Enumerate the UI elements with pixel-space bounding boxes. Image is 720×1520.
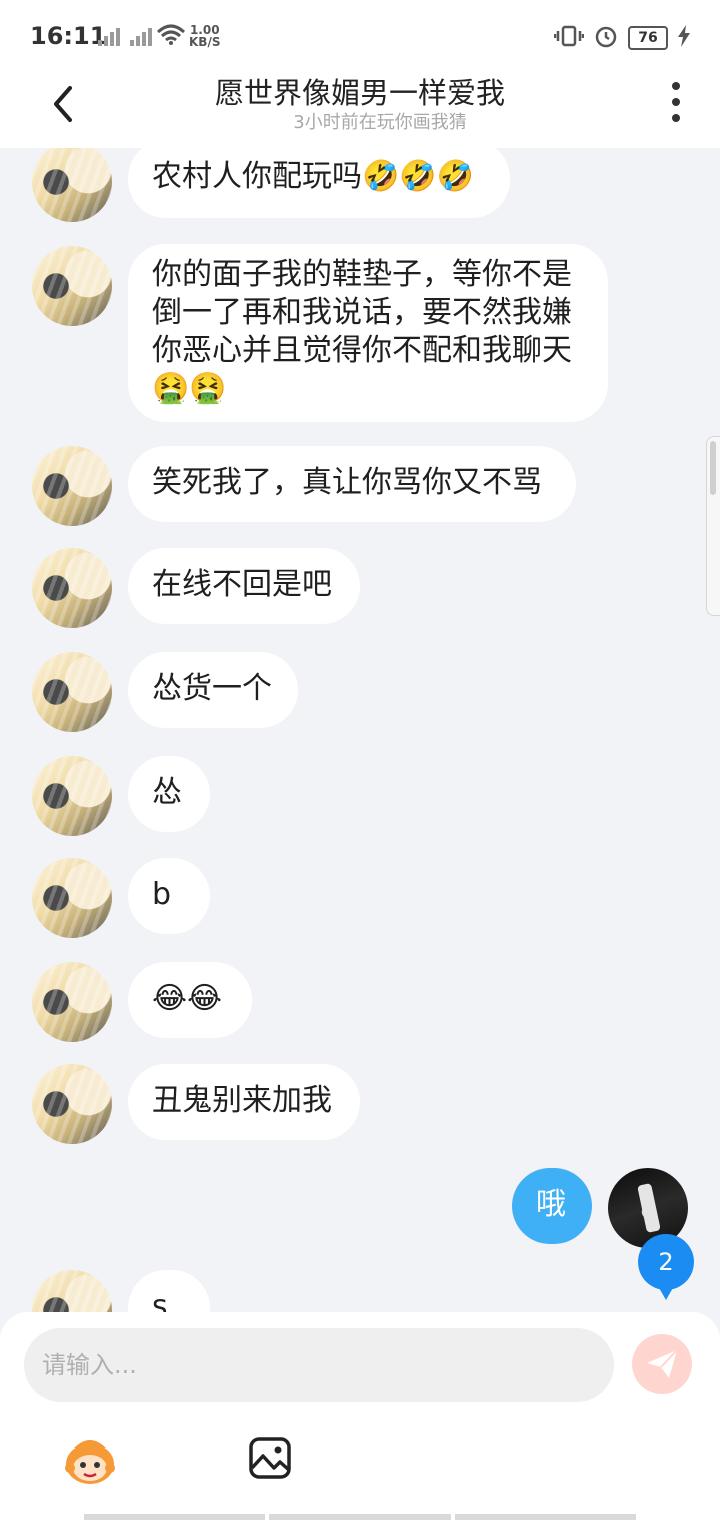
contact-avatar[interactable] bbox=[32, 1064, 112, 1144]
message-bubble[interactable]: b bbox=[128, 858, 210, 934]
contact-avatar[interactable] bbox=[32, 962, 112, 1042]
message-text: 😂😂 bbox=[152, 981, 223, 1016]
contact-avatar[interactable] bbox=[32, 446, 112, 526]
message-bubble[interactable]: 怂货一个 bbox=[128, 652, 298, 728]
unread-count-badge[interactable]: 2 bbox=[638, 1234, 694, 1300]
message-text: 笑死我了，真让你骂你又不骂 bbox=[152, 465, 542, 500]
alarm-icon bbox=[594, 24, 618, 52]
chat-header: 愿世界像媚男一样爱我 3小时前在玩你画我猜 bbox=[0, 68, 720, 148]
message-bubble[interactable]: 农村人你配玩吗🤣🤣🤣 bbox=[128, 148, 510, 218]
scrollbar[interactable] bbox=[706, 436, 720, 616]
gesture-bar bbox=[84, 1514, 636, 1520]
contact-avatar[interactable] bbox=[32, 756, 112, 836]
message-bubble[interactable]: 怂 bbox=[128, 756, 210, 832]
message-text: 怂 bbox=[152, 775, 182, 810]
contact-avatar[interactable] bbox=[32, 858, 112, 938]
message-text: 丑鬼别来加我 bbox=[152, 1083, 332, 1118]
network-speed: 1.00 KB/S bbox=[189, 24, 220, 48]
message-input[interactable] bbox=[24, 1328, 614, 1402]
wifi-icon bbox=[156, 24, 186, 50]
scrollbar-thumb[interactable] bbox=[710, 441, 716, 495]
message-bubble[interactable]: 笑死我了，真让你骂你又不骂 bbox=[128, 446, 576, 522]
more-icon bbox=[672, 82, 680, 90]
message-text: s bbox=[152, 1289, 168, 1312]
message-bubble[interactable]: 😂😂 bbox=[128, 962, 252, 1038]
more-button[interactable] bbox=[664, 82, 688, 122]
message-bubble[interactable]: s bbox=[128, 1270, 210, 1312]
composer-panel bbox=[0, 1312, 720, 1520]
contact-avatar[interactable] bbox=[32, 246, 112, 326]
message-bubble[interactable]: 你的面子我的鞋垫子，等你不是 倒一了再和我说话，要不然我嫌 你恶心并且觉得你不配… bbox=[128, 244, 608, 422]
message-text: 在线不回是吧 bbox=[152, 567, 332, 602]
message-text-line: 倒一了再和我说话，要不然我嫌 bbox=[152, 295, 572, 330]
sticker-button[interactable] bbox=[62, 1434, 118, 1486]
my-message-bubble[interactable]: 哦 bbox=[512, 1168, 592, 1244]
unread-count: 2 bbox=[658, 1248, 674, 1276]
image-button[interactable] bbox=[248, 1436, 292, 1480]
message-text: 哦 bbox=[536, 1187, 566, 1222]
chat-subtitle: 3小时前在玩你画我猜 bbox=[293, 112, 467, 133]
message-text: 农村人你配玩吗🤣🤣🤣 bbox=[152, 159, 475, 194]
message-text-line: 你的面子我的鞋垫子，等你不是 bbox=[152, 257, 572, 292]
battery-icon: 76 bbox=[628, 26, 668, 50]
message-text: 怂货一个 bbox=[152, 671, 272, 706]
battery-level: 76 bbox=[638, 30, 658, 46]
status-right: 76 bbox=[553, 24, 690, 52]
image-icon bbox=[249, 1437, 291, 1479]
status-time: 16:11 bbox=[30, 22, 107, 50]
message-text: b bbox=[152, 877, 172, 912]
contact-avatar[interactable] bbox=[32, 652, 112, 732]
send-icon bbox=[647, 1349, 678, 1378]
signal-icons bbox=[98, 26, 156, 46]
status-bar: 16:11 1.00 KB/S 76 bbox=[0, 0, 720, 68]
signal-icon bbox=[130, 26, 156, 46]
signal-icon bbox=[98, 26, 124, 46]
message-list[interactable]: 农村人你配玩吗🤣🤣🤣 你的面子我的鞋垫子，等你不是 倒一了再和我说话，要不然我嫌… bbox=[0, 148, 720, 1312]
contact-avatar[interactable] bbox=[32, 548, 112, 628]
message-bubble[interactable]: 在线不回是吧 bbox=[128, 548, 360, 624]
message-text-line: 你恶心并且觉得你不配和我聊天 bbox=[152, 333, 572, 368]
sticker-face-icon bbox=[65, 1440, 115, 1484]
contact-avatar[interactable] bbox=[32, 1270, 112, 1312]
chat-title: 愿世界像媚男一样爱我 bbox=[214, 76, 505, 110]
message-bubble[interactable]: 丑鬼别来加我 bbox=[128, 1064, 360, 1140]
network-speed-unit: KB/S bbox=[189, 35, 221, 49]
message-text-line: 🤮🤮 bbox=[152, 371, 227, 406]
charging-icon bbox=[678, 25, 690, 51]
vibrate-icon bbox=[553, 24, 585, 52]
send-button[interactable] bbox=[632, 1334, 692, 1394]
contact-avatar[interactable] bbox=[32, 148, 112, 222]
